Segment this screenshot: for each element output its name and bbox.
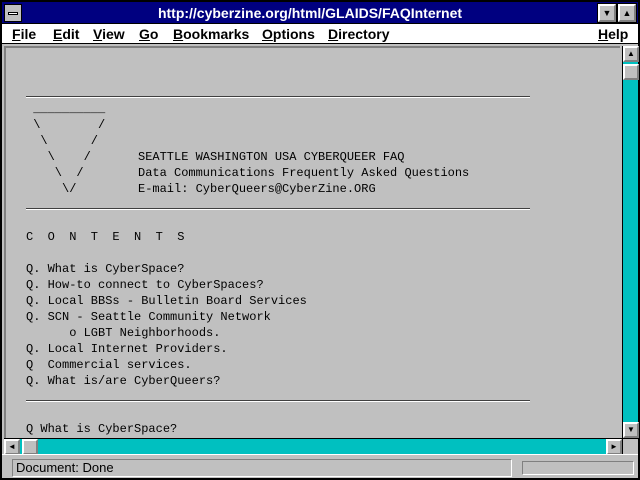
section-heading: Q What is CyberSpace?: [26, 422, 178, 436]
scroll-left-button[interactable]: ◄: [4, 439, 20, 455]
system-menu-button[interactable]: [4, 4, 22, 22]
scrollbar-corner: [622, 438, 638, 454]
contents-item: Q Commercial services.: [26, 358, 192, 372]
logo-line: \/: [26, 182, 77, 196]
logo-line: \ /: [26, 118, 106, 132]
faq-title: SEATTLE WASHINGTON USA CYBERQUEER FAQ: [138, 150, 405, 164]
contents-item: Q. What is/are CyberQueers?: [26, 374, 221, 388]
contents-item: Q. What is CyberSpace?: [26, 262, 185, 276]
title-bar[interactable]: http://cyberzine.org/html/GLAIDS/FAQInte…: [2, 2, 638, 24]
minimize-button[interactable]: ▼: [597, 3, 617, 23]
menu-directory[interactable]: Directory: [328, 25, 389, 43]
contents-item: Q. Local Internet Providers.: [26, 342, 228, 356]
faq-email: E-mail: CyberQueers@CyberZine.ORG: [138, 182, 376, 196]
menu-options[interactable]: Options: [262, 25, 315, 43]
logo-line: __________: [26, 102, 106, 116]
maximize-button[interactable]: ▲: [617, 3, 637, 23]
contents-heading: C O N T E N T S: [26, 230, 185, 244]
menu-help[interactable]: Help: [598, 25, 628, 43]
logo-line: \ /: [26, 150, 91, 164]
status-text: Document: Done: [12, 459, 512, 477]
horizontal-rule: [26, 96, 530, 98]
horizontal-rule: [26, 208, 530, 210]
menu-bar: File Edit View Go Bookmarks Options Dire…: [2, 24, 638, 44]
contents-item: Q. SCN - Seattle Community Network: [26, 310, 271, 324]
progress-indicator: [522, 461, 634, 475]
menu-go[interactable]: Go: [139, 25, 158, 43]
scroll-down-button[interactable]: ▼: [623, 422, 639, 438]
faq-subtitle: Data Communications Frequently Asked Que…: [138, 166, 470, 180]
contents-item: Q. How-to connect to CyberSpaces?: [26, 278, 264, 292]
logo-line: \ /: [26, 166, 84, 180]
window-title: http://cyberzine.org/html/GLAIDS/FAQInte…: [157, 5, 463, 21]
vertical-scroll-thumb[interactable]: [623, 64, 639, 80]
contents-item: Q. Local BBSs - Bulletin Board Services: [26, 294, 307, 308]
menu-edit[interactable]: Edit: [53, 25, 79, 43]
contents-subitem: o LGBT Neighborhoods.: [26, 326, 221, 340]
horizontal-scrollbar[interactable]: ◄ ►: [4, 438, 622, 455]
document-view[interactable]: __________ \ / \ / \ / \ / \/ SEATTLE WA…: [4, 46, 620, 438]
scroll-right-button[interactable]: ►: [606, 439, 622, 455]
browser-window: http://cyberzine.org/html/GLAIDS/FAQInte…: [0, 0, 640, 480]
scroll-up-button[interactable]: ▲: [623, 46, 639, 62]
logo-line: \ /: [26, 134, 99, 148]
menu-bookmarks[interactable]: Bookmarks: [173, 25, 249, 43]
menu-file[interactable]: File: [12, 25, 36, 43]
horizontal-rule: [26, 400, 530, 402]
status-bar: Document: Done: [2, 454, 638, 478]
vertical-scrollbar[interactable]: ▲ ▼: [622, 46, 639, 438]
horizontal-scroll-thumb[interactable]: [22, 439, 38, 455]
system-menu-icon: [8, 12, 18, 15]
menu-view[interactable]: View: [93, 25, 125, 43]
